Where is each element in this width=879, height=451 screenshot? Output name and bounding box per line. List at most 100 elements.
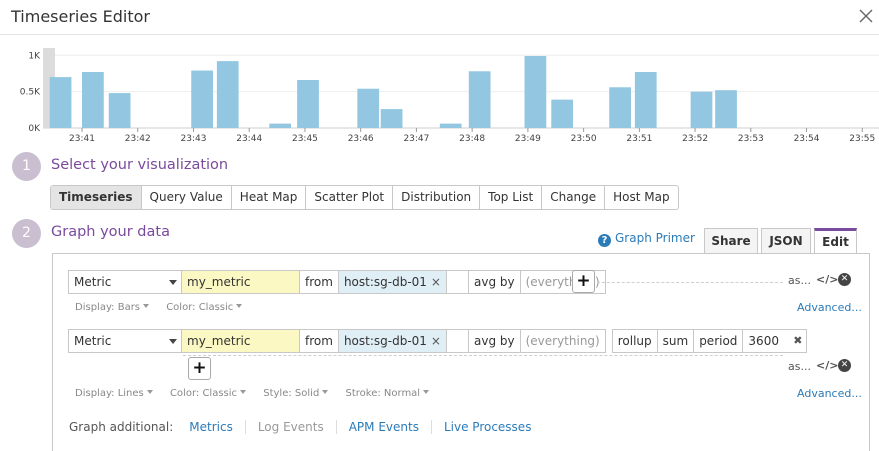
x-tick-label: 23:47 bbox=[403, 134, 429, 144]
step-2-badge: 2 bbox=[12, 219, 41, 248]
step-2-title: Graph your data bbox=[51, 224, 170, 240]
bar bbox=[551, 99, 574, 128]
rollup-method[interactable]: sum bbox=[657, 329, 695, 353]
metric-name-input[interactable]: my_metric bbox=[182, 329, 300, 353]
bar bbox=[216, 61, 239, 128]
query-type-value: Metric bbox=[74, 275, 112, 289]
bar bbox=[49, 77, 72, 128]
from-label: from bbox=[300, 329, 339, 353]
function-rollup[interactable]: rollup bbox=[611, 329, 658, 353]
query-type-select[interactable]: Metric bbox=[68, 270, 182, 294]
viz-tab-top-list[interactable]: Top List bbox=[480, 186, 543, 209]
code-icon[interactable]: </> bbox=[816, 273, 838, 286]
add-live-processes-link[interactable]: Live Processes bbox=[430, 420, 543, 434]
viz-tab-distribution[interactable]: Distribution bbox=[393, 186, 481, 209]
tab-share[interactable]: Share bbox=[704, 228, 758, 254]
x-tick-label: 23:44 bbox=[236, 134, 262, 144]
add-apm-events-link[interactable]: APM Events bbox=[335, 420, 431, 434]
timeseries-chart: 0K 0.5K 1K 23:41 23:42 23:43 23:44 23:45 23:46 23… bbox=[20, 48, 879, 144]
tab-json[interactable]: JSON bbox=[761, 228, 811, 254]
x-tick-label: 23:53 bbox=[738, 134, 764, 144]
divider bbox=[183, 355, 783, 356]
advanced-link[interactable]: Advanced... bbox=[797, 387, 862, 400]
add-metrics-link[interactable]: Metrics bbox=[189, 420, 245, 434]
option-value: Bars bbox=[117, 302, 141, 313]
step-1-title: Select your visualization bbox=[51, 157, 229, 173]
style-option[interactable]: Style: Solid bbox=[263, 388, 329, 399]
x-tick-label: 23:43 bbox=[181, 134, 207, 144]
display-option[interactable]: Display: Bars bbox=[75, 302, 150, 313]
metric-name-input[interactable]: my_metric bbox=[182, 270, 300, 294]
alias-input[interactable]: as... bbox=[788, 360, 811, 373]
bar bbox=[82, 72, 104, 128]
option-label: Display: bbox=[75, 302, 115, 313]
x-tick-label: 23:42 bbox=[125, 134, 151, 144]
y-tick-label: 0K bbox=[28, 124, 41, 134]
x-tick-label: 23:52 bbox=[682, 134, 708, 144]
aggregation-label: avg by bbox=[468, 270, 521, 294]
advanced-link[interactable]: Advanced... bbox=[797, 301, 862, 314]
scope-input[interactable] bbox=[446, 329, 469, 353]
display-option[interactable]: Display: Lines bbox=[75, 388, 153, 399]
bar bbox=[297, 80, 319, 128]
x-tick-label: 23:51 bbox=[626, 134, 652, 144]
graph-primer-label: Graph Primer bbox=[615, 231, 695, 245]
graph-additional: Graph additional: Metrics Log Events APM… bbox=[69, 420, 543, 434]
query-row: Metric my_metric from host:sg-db-01 × avg… bbox=[68, 329, 808, 353]
bar bbox=[524, 56, 547, 128]
x-tick-label: 23:45 bbox=[292, 134, 318, 144]
query-row: Metric my_metric from host:sg-db-01 × avg… bbox=[68, 270, 606, 294]
title-bar: Timeseries Editor bbox=[0, 0, 879, 35]
period-label: period bbox=[694, 329, 744, 353]
viz-tab-host-map[interactable]: Host Map bbox=[605, 186, 677, 209]
viz-tab-scatter-plot[interactable]: Scatter Plot bbox=[306, 186, 394, 209]
close-icon[interactable] bbox=[856, 6, 876, 26]
color-option[interactable]: Color: Classic bbox=[170, 388, 247, 399]
add-function-button[interactable]: + bbox=[572, 270, 595, 293]
graph-primer-link[interactable]: ? Graph Primer bbox=[598, 231, 695, 247]
color-option[interactable]: Color: Classic bbox=[166, 302, 243, 313]
bar bbox=[468, 71, 491, 128]
option-label: Display: bbox=[75, 388, 115, 399]
chevron-down-icon bbox=[169, 280, 177, 285]
option-value: Solid bbox=[294, 388, 320, 399]
remove-function-icon[interactable]: ✖ bbox=[793, 330, 802, 352]
query-type-select[interactable]: Metric bbox=[68, 329, 182, 353]
scope-tag[interactable]: host:sg-db-01 × bbox=[338, 329, 447, 353]
period-input[interactable]: 3600 ✖ bbox=[743, 329, 808, 353]
chevron-down-icon bbox=[322, 390, 329, 394]
add-function-button[interactable]: + bbox=[188, 357, 211, 380]
aggregation-label: avg by bbox=[468, 329, 521, 353]
scope-tag-label: host:sg-db-01 bbox=[343, 275, 427, 289]
add-log-events-link[interactable]: Log Events bbox=[244, 420, 336, 434]
display-options: Display: Lines Color: Classic Style: Sol… bbox=[75, 388, 443, 399]
bar bbox=[690, 91, 713, 128]
y-tick-label: 0.5K bbox=[20, 88, 41, 98]
viz-tab-heat-map[interactable]: Heat Map bbox=[232, 186, 307, 209]
viz-tab-change[interactable]: Change bbox=[542, 186, 606, 209]
viz-tab-timeseries[interactable]: Timeseries bbox=[51, 186, 142, 209]
alias-input[interactable]: as... bbox=[788, 274, 811, 287]
option-value: Classic bbox=[198, 302, 234, 313]
chevron-down-icon bbox=[236, 304, 243, 308]
chevron-down-icon bbox=[146, 390, 153, 394]
from-label: from bbox=[300, 270, 339, 294]
stroke-option[interactable]: Stroke: Normal bbox=[345, 388, 430, 399]
bar bbox=[191, 70, 213, 128]
option-label: Style: bbox=[263, 388, 292, 399]
remove-scope-icon[interactable]: × bbox=[431, 334, 441, 348]
bar bbox=[609, 87, 631, 128]
code-icon[interactable]: </> bbox=[816, 359, 838, 372]
scope-tag[interactable]: host:sg-db-01 × bbox=[338, 270, 447, 294]
group-by-input[interactable]: (everything) bbox=[520, 329, 606, 353]
remove-scope-icon[interactable]: × bbox=[431, 275, 441, 289]
scope-input[interactable] bbox=[446, 270, 469, 294]
divider bbox=[597, 282, 783, 283]
display-options: Display: Bars Color: Classic bbox=[75, 302, 256, 313]
x-tick-label: 23:49 bbox=[515, 134, 541, 144]
delete-query-icon[interactable]: ✕ bbox=[838, 359, 851, 372]
option-value: Normal bbox=[383, 388, 421, 399]
tab-edit[interactable]: Edit bbox=[814, 228, 857, 255]
viz-tab-query-value[interactable]: Query Value bbox=[142, 186, 232, 209]
delete-query-icon[interactable]: ✕ bbox=[838, 273, 851, 286]
